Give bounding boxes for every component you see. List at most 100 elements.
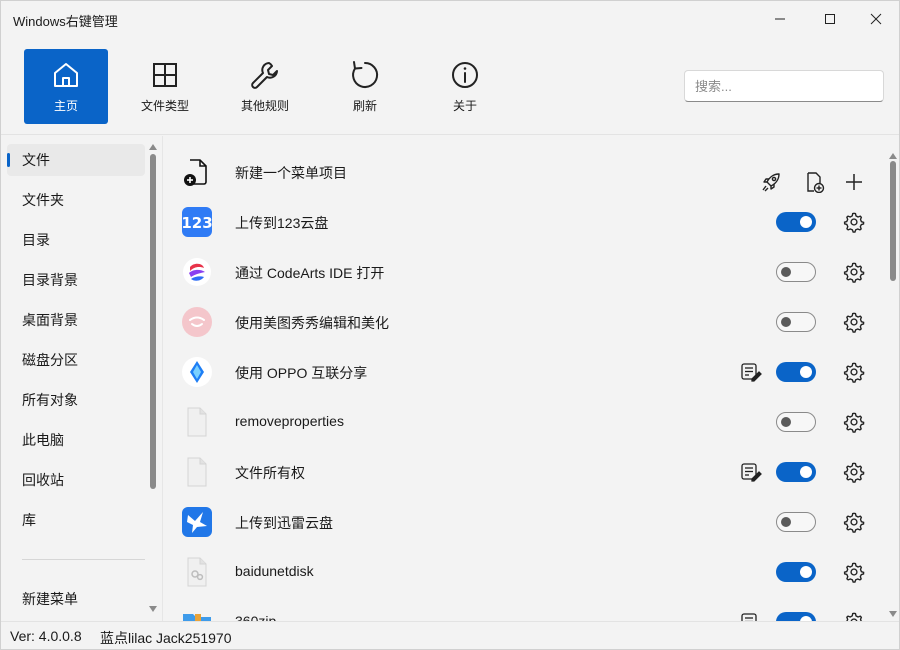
wrench-icon <box>251 62 278 89</box>
sidebar-item-directory[interactable]: 目录 <box>7 224 145 256</box>
menu-item-row[interactable]: baidunetdisk <box>163 547 883 597</box>
enable-toggle[interactable] <box>776 412 816 432</box>
enable-toggle[interactable] <box>776 262 816 282</box>
menu-item-row[interactable]: removeproperties <box>163 397 883 447</box>
main-scrollbar[interactable] <box>890 161 896 281</box>
enable-toggle[interactable] <box>776 512 816 532</box>
maximize-button[interactable] <box>807 1 853 37</box>
menu-item-label: 上传到123云盘 <box>235 215 329 231</box>
menu-item-list: 新建一个菜单项目 123 上传到123云盘 通过 CodeArts IDE 打开… <box>162 136 899 621</box>
menu-item-label: 通过 CodeArts IDE 打开 <box>235 265 385 281</box>
sidebar-item-this-pc[interactable]: 此电脑 <box>7 424 145 456</box>
tool-file-types-button[interactable]: 文件类型 <box>123 49 207 124</box>
enable-toggle[interactable] <box>776 362 816 382</box>
tool-other-rules-button[interactable]: 其他规则 <box>223 49 307 124</box>
menu-item-row[interactable]: 通过 CodeArts IDE 打开 <box>163 247 883 297</box>
new-menu-item-row[interactable]: 新建一个菜单项目 <box>163 147 883 197</box>
enable-toggle[interactable] <box>776 462 816 482</box>
author-link[interactable]: 蓝点lilac Jack251970 <box>100 628 232 648</box>
gear-icon[interactable] <box>843 561 865 583</box>
search-input[interactable] <box>684 70 884 102</box>
add-file-icon[interactable] <box>803 171 825 193</box>
tool-about-button[interactable]: 关于 <box>423 49 507 124</box>
sidebar-item-new-menu[interactable]: 新建菜单 <box>7 583 145 615</box>
status-bar: Ver: 4.0.0.8 蓝点lilac Jack251970 <box>1 621 899 649</box>
sidebar-item-desktop-background[interactable]: 桌面背景 <box>7 304 145 336</box>
toolbar: 主页 文件类型 其他规则 刷新 关于 搜索... <box>1 37 899 135</box>
new-file-icon <box>181 156 213 188</box>
window-title: Windows右键管理 <box>13 14 118 29</box>
tool-refresh-button[interactable]: 刷新 <box>323 49 407 124</box>
menu-item-label: 文件所有权 <box>235 465 305 481</box>
gear-icon[interactable] <box>843 261 865 283</box>
close-button[interactable] <box>853 1 899 37</box>
app-window: Windows右键管理 主页 文件类型 其他规则 刷新 关于 搜索... 文件 … <box>0 0 900 650</box>
refresh-icon <box>352 61 379 88</box>
360zip-icon <box>181 606 213 621</box>
gear-icon[interactable] <box>843 511 865 533</box>
sidebar-scrollbar[interactable] <box>150 154 156 489</box>
tool-refresh-label: 刷新 <box>352 99 377 113</box>
menu-item-row[interactable]: 使用美图秀秀编辑和美化 <box>163 297 883 347</box>
menu-item-label: 使用 OPPO 互联分享 <box>235 365 368 381</box>
thunder-icon <box>181 506 213 538</box>
grid-icon <box>153 63 177 87</box>
meitu-icon <box>181 306 213 338</box>
plus-icon[interactable] <box>844 172 864 192</box>
maximize-icon <box>825 14 835 24</box>
version-label: Ver: 4.0.0.8 <box>10 628 82 644</box>
rocket-icon[interactable] <box>760 171 782 193</box>
menu-item-label: 上传到迅雷云盘 <box>235 515 333 531</box>
gear-icon[interactable] <box>843 211 865 233</box>
blank-file-icon <box>181 456 213 488</box>
enable-toggle[interactable] <box>776 562 816 582</box>
gear-icon[interactable] <box>843 361 865 383</box>
gear-icon[interactable] <box>843 611 865 621</box>
edit-note-icon[interactable] <box>740 612 762 621</box>
menu-item-label: removeproperties <box>235 413 344 429</box>
menu-item-row[interactable]: 文件所有权 <box>163 447 883 497</box>
menu-item-label: 360zip <box>235 613 277 621</box>
scroll-down-arrow-icon[interactable] <box>149 606 157 612</box>
menu-item-label: 使用美图秀秀编辑和美化 <box>235 315 389 331</box>
gear-icon[interactable] <box>843 411 865 433</box>
scroll-up-arrow-icon[interactable] <box>889 153 897 159</box>
edit-note-icon[interactable] <box>740 362 762 382</box>
blank-file-icon <box>181 406 213 438</box>
home-icon <box>54 63 78 87</box>
sidebar-item-directory-background[interactable]: 目录背景 <box>7 264 145 296</box>
menu-item-row[interactable]: 使用 OPPO 互联分享 <box>163 347 883 397</box>
123pan-icon: 123 <box>181 206 213 238</box>
title-bar[interactable]: Windows右键管理 <box>1 1 899 37</box>
enable-toggle[interactable] <box>776 612 816 621</box>
edit-note-icon[interactable] <box>740 462 762 482</box>
svg-text:123: 123 <box>181 214 212 232</box>
tool-about-label: 关于 <box>452 99 477 113</box>
sidebar-item-recycle-bin[interactable]: 回收站 <box>7 464 145 496</box>
menu-item-row[interactable]: 123 上传到123云盘 <box>163 197 883 247</box>
enable-toggle[interactable] <box>776 212 816 232</box>
minimize-icon <box>775 18 785 20</box>
sidebar-item-library[interactable]: 库 <box>7 504 145 536</box>
oppo-share-icon <box>181 356 213 388</box>
close-icon <box>870 13 882 25</box>
sidebar-item-drive[interactable]: 磁盘分区 <box>7 344 145 376</box>
tool-home-button[interactable]: 主页 <box>24 49 108 124</box>
sidebar-item-file[interactable]: 文件 <box>7 144 145 176</box>
enable-toggle[interactable] <box>776 312 816 332</box>
minimize-button[interactable] <box>757 1 803 37</box>
sidebar-item-folder[interactable]: 文件夹 <box>7 184 145 216</box>
menu-item-row[interactable]: 上传到迅雷云盘 <box>163 497 883 547</box>
sidebar-divider <box>22 559 145 560</box>
tool-home-label: 主页 <box>53 99 78 113</box>
sidebar-item-all-objects[interactable]: 所有对象 <box>7 384 145 416</box>
gray-file-icon <box>181 556 213 588</box>
sidebar: 文件 文件夹 目录 目录背景 桌面背景 磁盘分区 所有对象 此电脑 回收站 库 … <box>1 136 161 621</box>
info-icon <box>452 62 478 88</box>
scroll-down-arrow-icon[interactable] <box>889 611 897 617</box>
menu-item-row[interactable]: 360zip <box>163 597 883 621</box>
gear-icon[interactable] <box>843 461 865 483</box>
gear-icon[interactable] <box>843 311 865 333</box>
scroll-up-arrow-icon[interactable] <box>149 144 157 150</box>
codearts-icon <box>181 256 213 288</box>
